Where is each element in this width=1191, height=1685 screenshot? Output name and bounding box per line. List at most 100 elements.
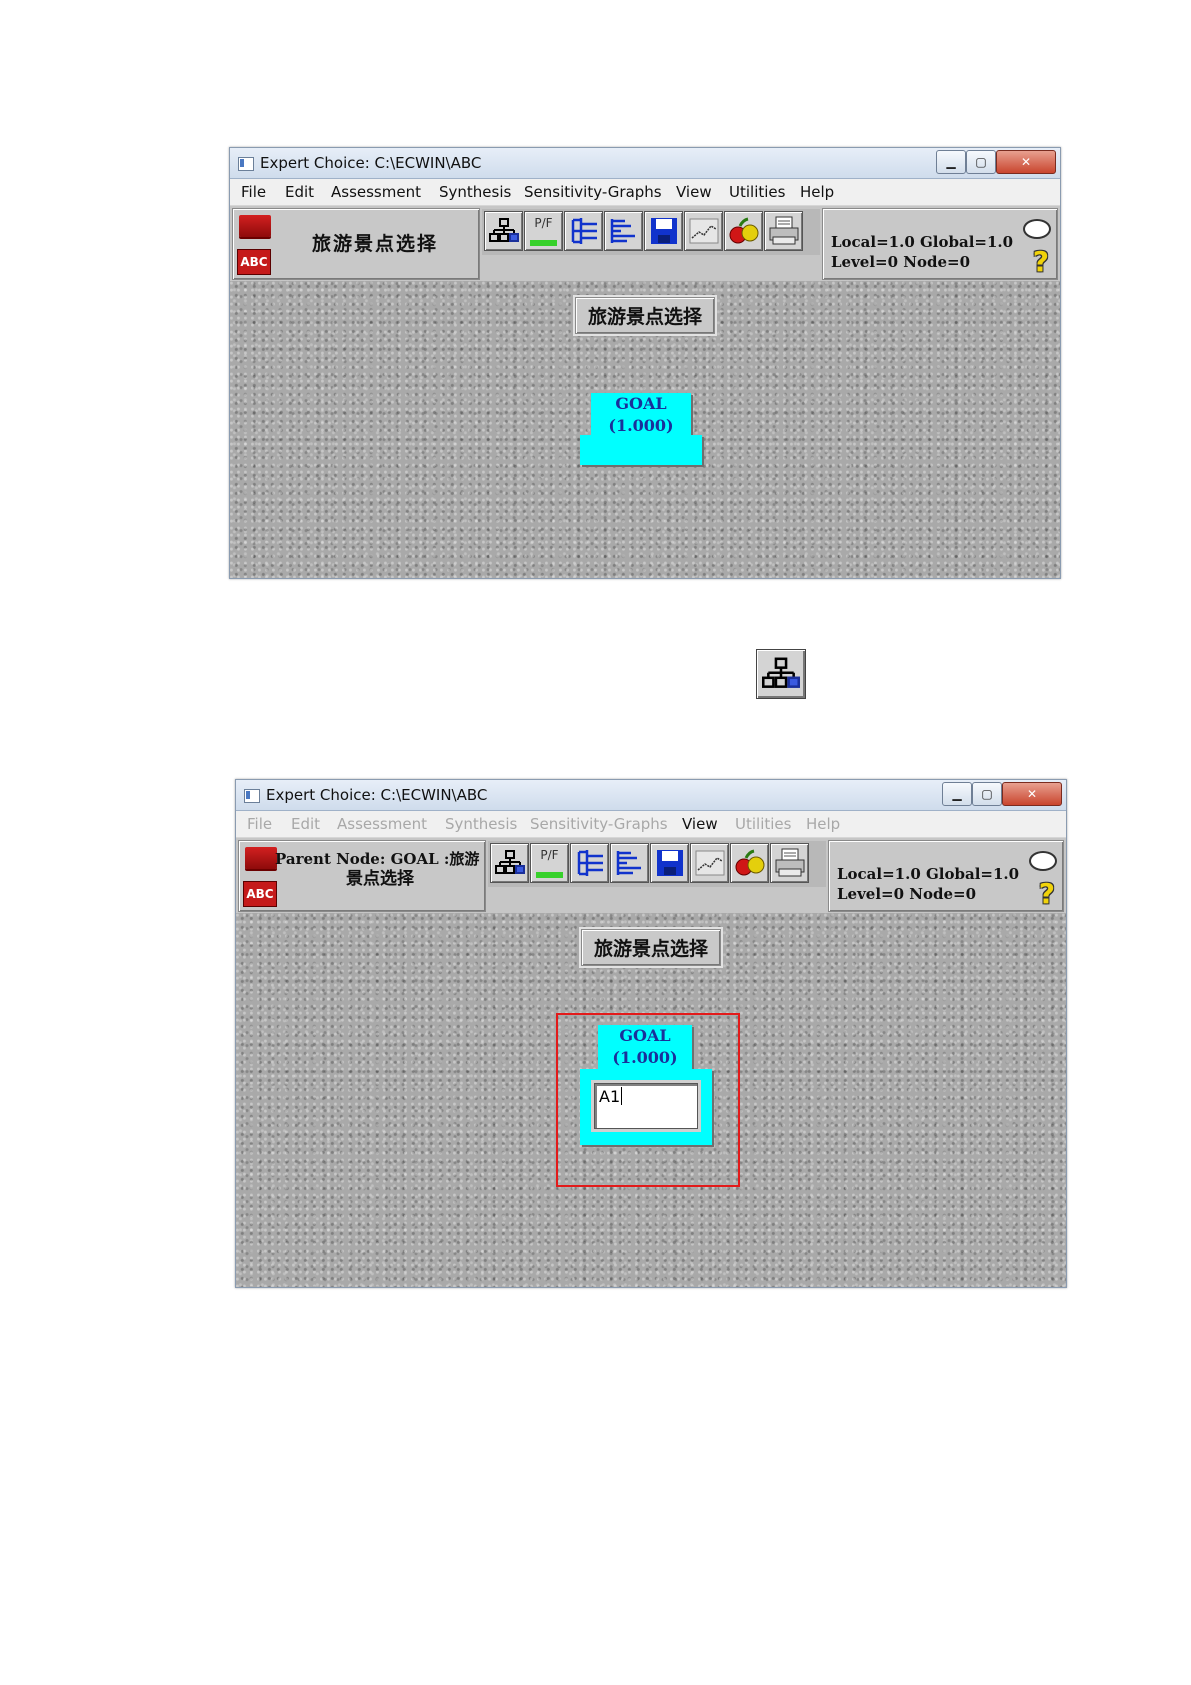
info-panel: Local=1.0 Global=1.0 Level=0 Node=0 ? [822, 208, 1058, 280]
info-panel: Local=1.0 Global=1.0 Level=0 Node=0 ? [828, 840, 1064, 912]
speech-bubble-icon[interactable] [1029, 851, 1057, 871]
maximize-button[interactable]: ▢ [972, 782, 1002, 806]
menu-sensitivity-graphs[interactable]: Sensitivity-Graphs [530, 815, 668, 833]
save-button[interactable] [650, 843, 689, 883]
hierarchy-canvas[interactable]: 旅游景点选择 GOAL (1.000) A1 [236, 913, 1066, 1287]
local-global-readout: Local=1.0 Global=1.0 [831, 233, 1014, 251]
menu-edit[interactable]: Edit [291, 815, 320, 833]
goal-panel: ABC Parent Node: GOAL :旅游 景点选择 [238, 840, 486, 912]
goal-title-box: 旅游景点选择 [574, 297, 716, 334]
print-button[interactable] [764, 211, 803, 251]
menu-view[interactable]: View [676, 183, 712, 201]
apples-button[interactable] [730, 843, 769, 883]
bar-list-button[interactable] [604, 211, 643, 251]
toolbar-row: ABC 旅游景点选择 P/F Local=1.0 Global=1.0 Leve… [230, 206, 1060, 281]
toolbar: P/F [482, 209, 820, 255]
toolbar: P/F [488, 841, 826, 887]
pf-icon [536, 872, 563, 878]
tree-expand-button[interactable] [564, 211, 603, 251]
close-button[interactable]: ✕ [1002, 782, 1062, 806]
local-global-readout: Local=1.0 Global=1.0 [837, 865, 1020, 883]
menu-file[interactable]: File [241, 183, 266, 201]
question-icon[interactable]: ? [1039, 877, 1055, 910]
parent-node-line1: Parent Node: GOAL :旅游 [275, 850, 480, 868]
maximize-button[interactable]: ▢ [966, 150, 996, 174]
app-icon [244, 789, 260, 803]
hierarchy-canvas[interactable]: 旅游景点选择 GOAL (1.000) [230, 281, 1060, 578]
level-node-readout: Level=0 Node=0 [837, 885, 977, 903]
close-button[interactable]: ✕ [996, 150, 1056, 174]
menu-bar: File Edit Assessment Synthesis Sensitivi… [230, 179, 1060, 206]
line-graph-icon [695, 850, 724, 876]
menu-assessment[interactable]: Assessment [331, 183, 421, 201]
toolbar-row: ABC Parent Node: GOAL :旅游 景点选择 P/F Local… [236, 838, 1066, 913]
text-caret [621, 1087, 623, 1105]
menu-sensitivity-graphs[interactable]: Sensitivity-Graphs [524, 183, 662, 201]
new-node-name-input[interactable]: A1 [594, 1083, 698, 1129]
goal-name-label: 旅游景点选择 [311, 233, 438, 255]
bar-list-button[interactable] [610, 843, 649, 883]
parent-node-line2: 景点选择 [346, 869, 414, 889]
hierarchy-button[interactable] [490, 843, 529, 883]
app-icon [238, 157, 254, 171]
menu-synthesis[interactable]: Synthesis [439, 183, 511, 201]
menu-help[interactable]: Help [806, 815, 840, 833]
level-node-readout: Level=0 Node=0 [831, 253, 971, 271]
abc-icon[interactable]: ABC [243, 881, 277, 907]
bar-list-icon [610, 219, 635, 243]
goal-node-body[interactable] [580, 435, 702, 465]
new-node-name-value: A1 [599, 1087, 621, 1106]
minimize-button[interactable]: ▁ [936, 150, 966, 174]
menu-file[interactable]: File [247, 815, 272, 833]
tree-expand-button[interactable] [570, 843, 609, 883]
menu-utilities[interactable]: Utilities [729, 183, 785, 201]
printer-icon [775, 848, 804, 877]
book-icon[interactable] [245, 847, 277, 869]
expert-choice-window-2: Expert Choice: C:\ECWIN\ABC ▁ ▢ ✕ File E… [235, 779, 1067, 1288]
line-graph-button[interactable] [690, 843, 729, 883]
expert-choice-window-1: Expert Choice: C:\ECWIN\ABC ▁ ▢ ✕ File E… [229, 147, 1061, 579]
minimize-button[interactable]: ▁ [942, 782, 972, 806]
save-button[interactable] [644, 211, 683, 251]
abc-icon[interactable]: ABC [237, 249, 271, 275]
title-bar: Expert Choice: C:\ECWIN\ABC ▁ ▢ ✕ [236, 780, 1066, 811]
question-icon[interactable]: ? [1033, 245, 1049, 278]
book-icon[interactable] [239, 215, 271, 237]
goal-node-top[interactable]: GOAL (1.000) [591, 393, 691, 435]
goal-node-label: GOAL [619, 1026, 671, 1045]
goal-node-body[interactable]: A1 [580, 1069, 712, 1145]
goal-node-label: GOAL [615, 394, 667, 413]
pf-button[interactable]: P/F [524, 211, 563, 251]
menu-view[interactable]: View [682, 815, 718, 833]
menu-help[interactable]: Help [800, 183, 834, 201]
hierarchy-icon [494, 850, 525, 874]
printer-icon [769, 216, 798, 245]
pf-label: P/F [534, 216, 553, 230]
save-disk-icon [650, 218, 677, 244]
pf-button[interactable]: P/F [530, 843, 569, 883]
parent-node-label: Parent Node: GOAL :旅游 景点选择 [275, 849, 485, 889]
goal-node-top[interactable]: GOAL (1.000) [598, 1025, 692, 1069]
menu-synthesis[interactable]: Synthesis [445, 815, 517, 833]
hierarchy-button-standalone[interactable] [756, 649, 806, 699]
menu-assessment[interactable]: Assessment [337, 815, 427, 833]
menu-utilities[interactable]: Utilities [735, 815, 791, 833]
goal-title-box: 旅游景点选择 [580, 929, 722, 966]
goal-panel: ABC 旅游景点选择 [232, 208, 480, 280]
tree-expand-icon [577, 850, 603, 876]
goal-node-value: (1.000) [612, 1048, 678, 1067]
pf-label: P/F [540, 848, 559, 862]
menu-edit[interactable]: Edit [285, 183, 314, 201]
apples-icon [735, 849, 764, 876]
window-title: Expert Choice: C:\ECWIN\ABC [260, 154, 482, 172]
menu-bar: File Edit Assessment Synthesis Sensitivi… [236, 811, 1066, 838]
tree-expand-icon [571, 218, 597, 244]
print-button[interactable] [770, 843, 809, 883]
window-title: Expert Choice: C:\ECWIN\ABC [266, 786, 488, 804]
goal-node-value: (1.000) [608, 416, 674, 435]
line-graph-button[interactable] [684, 211, 723, 251]
line-graph-icon [689, 218, 718, 244]
apples-button[interactable] [724, 211, 763, 251]
hierarchy-button[interactable] [484, 211, 523, 251]
speech-bubble-icon[interactable] [1023, 219, 1051, 239]
